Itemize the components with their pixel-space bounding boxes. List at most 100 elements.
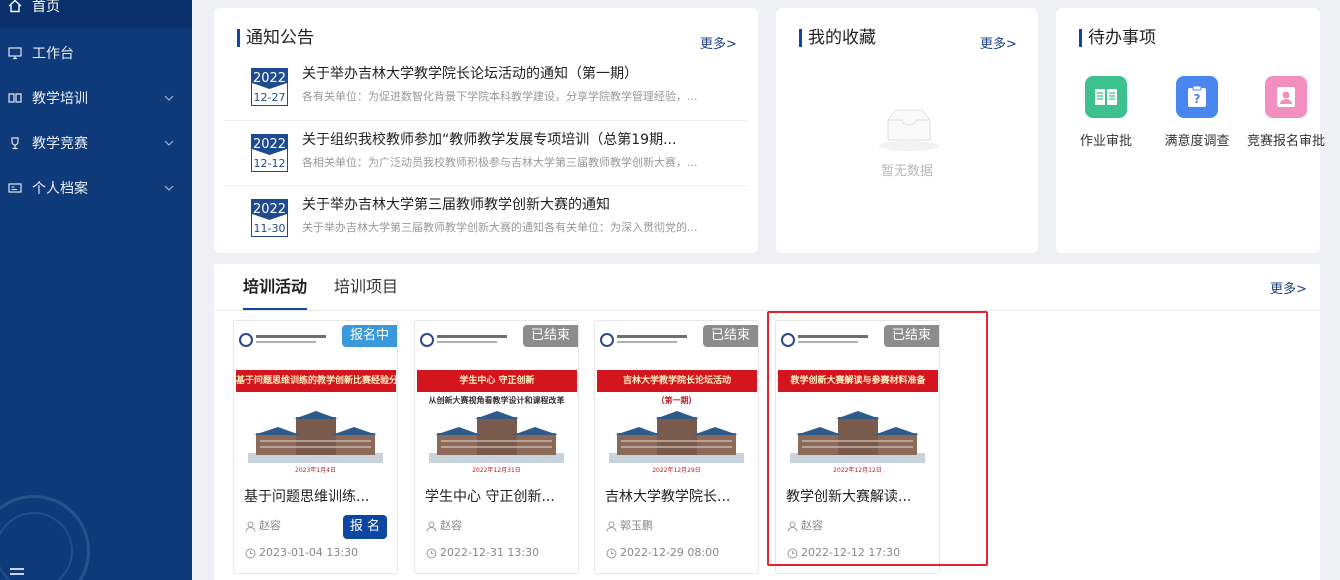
date-badge: 2022 12-27 (251, 68, 288, 106)
university-logo-icon (600, 333, 614, 347)
date-badge-year: 2022 (252, 135, 287, 155)
status-badge: 报名中 (341, 325, 397, 347)
sidebar-item-label: 教学竞赛 (32, 136, 88, 152)
sidebar-item-home[interactable]: 首页 (0, 0, 192, 28)
course-title[interactable]: 基于问题思维训练... (244, 486, 389, 508)
book-icon (8, 91, 22, 105)
course-card[interactable]: 基于问题思维训练的教学创新比赛经验分享 2023年1月4日 报名中 基于问题思维… (233, 320, 398, 574)
todo-label: 满意度调查 (1164, 134, 1230, 149)
todo-contest-signup-approval[interactable]: 竞赛报名审批 (1241, 76, 1331, 149)
course-title[interactable]: 教学创新大赛解读... (786, 486, 931, 508)
notice-title[interactable]: 关于举办吉林大学第三届教师教学创新大赛的通知 (302, 194, 722, 216)
status-badge: 已结束 (702, 325, 758, 347)
training-more-link[interactable]: 更多> (1270, 278, 1307, 297)
clock-icon (244, 547, 256, 559)
chevron-down-icon (160, 93, 178, 104)
course-poster: 基于问题思维训练的教学创新比赛经验分享 2023年1月4日 报名中 (234, 321, 397, 476)
sidebar-item-teaching-contest[interactable]: 教学竞赛 (0, 121, 192, 165)
author-name: 赵容 (259, 519, 281, 532)
course-poster: 吉林大学教学院长论坛活动 （第一期） 2022年12月29日 已结束 (595, 321, 758, 476)
poster-date: 2023年1月4日 (295, 467, 336, 474)
poster-date: 2022年12月12日 (833, 467, 882, 474)
status-badge: 已结束 (522, 325, 578, 347)
course-datetime: 2022-12-31 13:30 (440, 546, 540, 559)
course-datetime: 2022-12-29 08:00 (620, 546, 720, 559)
course-card[interactable]: 教学创新大赛解读与参赛材料准备 2022年12月12日 已结束 教学创新大赛解读… (775, 320, 940, 574)
date-badge: 2022 12-12 (251, 134, 288, 172)
date-badge-day: 11-30 (253, 222, 286, 235)
notice-item[interactable]: 2022 12-12 关于组织我校教师参加“教师教学发展专项培训（总第19期..… (224, 120, 747, 186)
date-badge-day: 12-27 (253, 91, 286, 104)
course-card[interactable]: 吉林大学教学院长论坛活动 （第一期） 2022年12月29日 已结束 吉林大学教… (594, 320, 759, 574)
university-logo-icon (420, 333, 434, 347)
sidebar-item-teaching-training[interactable]: 教学培训 (0, 76, 192, 120)
notice-summary: 关于举办吉林大学第三届教师教学创新大赛的通知各有关单位：为深入贯彻党的... (302, 221, 698, 234)
author-name: 赵容 (440, 519, 462, 532)
chevron-down-icon (160, 138, 178, 149)
poster-date: 2022年12月29日 (652, 467, 701, 474)
sidebar-item-workbench[interactable]: 工作台 (0, 31, 192, 75)
survey-icon: ? (1176, 76, 1218, 118)
user-icon (244, 520, 256, 532)
course-title[interactable]: 吉林大学教学院长... (605, 486, 750, 508)
empty-state-text: 暂无数据 (880, 164, 933, 179)
tab-training-projects[interactable]: 培训项目 (334, 276, 398, 298)
course-time: 2022-12-31 13:30 (425, 546, 539, 560)
course-author: 郭玉鹏 (605, 519, 653, 533)
course-datetime: 2023-01-04 13:30 (259, 546, 359, 559)
clock-icon (425, 547, 437, 559)
notice-title[interactable]: 关于举办吉林大学教学院长论坛活动的通知（第一期） (302, 63, 722, 85)
todo-card-title: 待办事项 (1079, 28, 1156, 48)
poster-banner: 基于问题思维训练的教学创新比赛经验分享 (236, 370, 396, 392)
favorites-card: 我的收藏 更多> 暂无数据 (776, 8, 1038, 253)
user-icon (786, 520, 798, 532)
notice-item[interactable]: 2022 11-30 关于举办吉林大学第三届教师教学创新大赛的通知 关于举办吉林… (224, 185, 747, 251)
notice-title[interactable]: 关于组织我校教师参加“教师教学发展专项培训（总第19期... (302, 129, 722, 151)
trophy-icon (8, 136, 22, 150)
menu-collapse-icon[interactable] (10, 568, 24, 580)
svg-text:?: ? (1194, 92, 1201, 106)
notice-item[interactable]: 2022 12-27 关于举办吉林大学教学院长论坛活动的通知（第一期） 各有关单… (224, 55, 747, 121)
course-title[interactable]: 学生中心 守正创新... (425, 486, 570, 508)
monitor-icon (8, 46, 22, 60)
sidebar-item-label: 教学培训 (32, 91, 88, 107)
tabs-divider (214, 310, 1320, 311)
favorites-card-title: 我的收藏 (799, 28, 876, 48)
author-name: 郭玉鹏 (620, 519, 653, 532)
tab-training-activities[interactable]: 培训活动 (243, 276, 308, 310)
home-icon (8, 0, 22, 13)
todo-label: 作业审批 (1079, 134, 1132, 149)
poster-banner: 学生中心 守正创新 (417, 370, 577, 392)
course-time: 2022-12-12 17:30 (786, 546, 900, 560)
poster-date: 2022年12月31日 (472, 467, 521, 474)
poster-subtitle: 从创新大赛视角看教学设计和课程改革 (428, 396, 565, 405)
homework-icon (1085, 76, 1127, 118)
chevron-down-icon (160, 183, 178, 194)
author-name: 赵容 (801, 519, 823, 532)
course-datetime: 2022-12-12 17:30 (801, 546, 901, 559)
user-icon (605, 520, 617, 532)
course-time: 2023-01-04 13:30 (244, 546, 358, 560)
notice-summary: 各相关单位：为广泛动员我校教师积极参与吉林大学第三届教师教学创新大赛，... (302, 156, 698, 169)
sidebar-item-label: 工作台 (32, 46, 74, 62)
status-badge: 已结束 (883, 325, 939, 347)
signup-button[interactable]: 报 名 (343, 515, 387, 539)
todo-satisfaction-survey[interactable]: ? 满意度调查 (1152, 76, 1242, 149)
building-illustration (429, 411, 564, 463)
course-author: 赵容 (786, 519, 823, 533)
poster-subtitle: （第一期） (656, 396, 697, 405)
sidebar: 首页 工作台 教学培训 教学竞赛 个人档案 (0, 0, 192, 580)
university-logo-icon (239, 333, 253, 347)
university-logo-icon (781, 333, 795, 347)
todo-homework-approval[interactable]: 作业审批 (1061, 76, 1151, 149)
sidebar-item-personal-profile[interactable]: 个人档案 (0, 166, 192, 210)
clock-icon (605, 547, 617, 559)
course-card[interactable]: 学生中心 守正创新 从创新大赛视角看教学设计和课程改革 2022年12月31日 … (414, 320, 579, 574)
course-time: 2022-12-29 08:00 (605, 546, 719, 560)
todo-card: 待办事项 作业审批 ? 满意度调查 竞赛报名审批 (1056, 8, 1325, 253)
poster-banner: 吉林大学教学院长论坛活动 (597, 370, 757, 392)
notice-card: 通知公告 更多> 2022 12-27 关于举办吉林大学教学院长论坛活动的通知（… (214, 8, 758, 253)
notice-more-link[interactable]: 更多> (700, 33, 737, 52)
date-badge-year: 2022 (252, 200, 287, 220)
favorites-more-link[interactable]: 更多> (980, 33, 1017, 52)
